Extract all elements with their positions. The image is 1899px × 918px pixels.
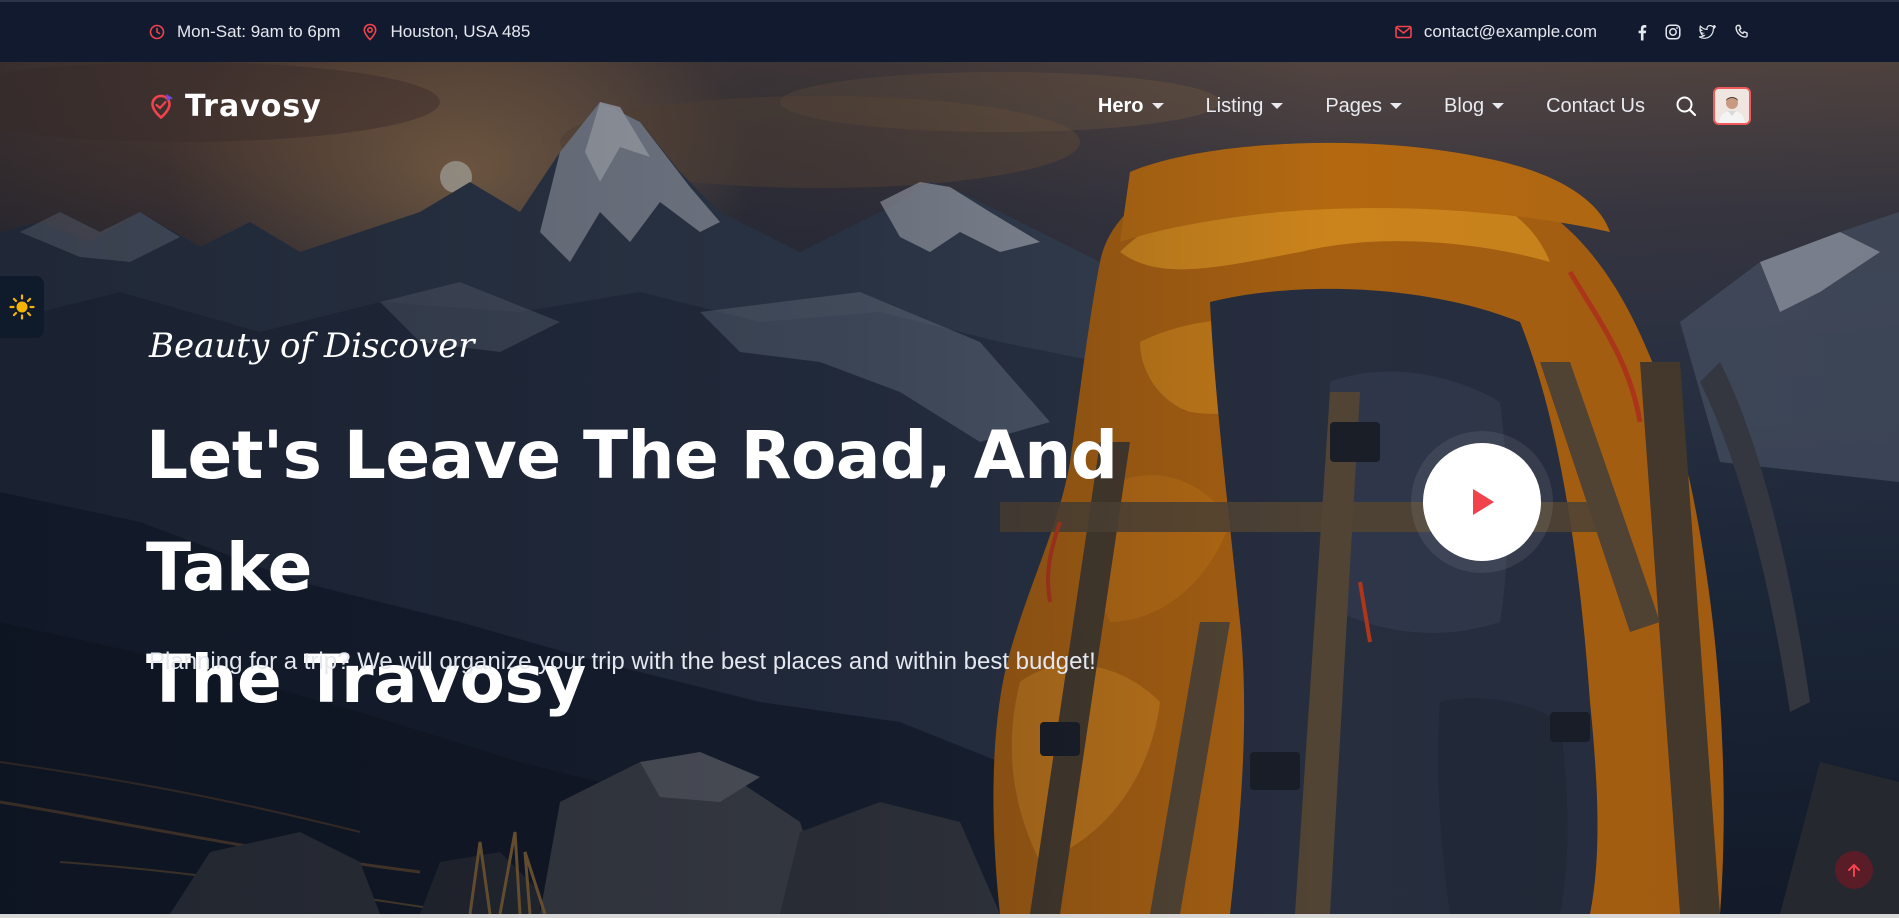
nav-item-blog[interactable]: Blog [1444, 94, 1505, 118]
top-info-bar: Mon-Sat: 9am to 6pm Houston, USA 485 con… [0, 0, 1899, 62]
nav-item-label: Hero [1097, 94, 1144, 117]
nav-item-label: Listing [1205, 94, 1264, 117]
map-pin-icon [363, 23, 377, 41]
mail-icon [1395, 25, 1412, 39]
hours-text: Mon-Sat: 9am to 6pm [177, 22, 341, 41]
caret-down-icon [1271, 103, 1284, 109]
caret-down-icon [1151, 103, 1164, 109]
user-avatar[interactable] [1713, 87, 1751, 125]
theme-toggle-button[interactable] [0, 276, 44, 338]
social-links [1619, 24, 1750, 41]
twitter-icon[interactable] [1699, 25, 1716, 39]
hero-title: Let's Leave The Road, And Take The Travo… [146, 400, 1266, 736]
arrow-up-icon [1848, 864, 1860, 877]
sun-icon [9, 294, 35, 320]
topbar-left: Mon-Sat: 9am to 6pm Houston, USA 485 [149, 22, 552, 42]
location-text: Houston, USA 485 [390, 22, 531, 41]
caret-down-icon [1390, 103, 1403, 109]
primary-nav: Hero Listing Pages Blog Contact Us [1056, 87, 1751, 125]
hero-subtitle: Planning for a trip? We will organize yo… [149, 648, 1096, 675]
search-icon[interactable] [1675, 95, 1697, 117]
scroll-to-top-button[interactable] [1835, 851, 1873, 889]
play-video-button[interactable] [1423, 443, 1541, 561]
caret-down-icon [1492, 103, 1505, 109]
brand-logo[interactable]: Travosy [149, 89, 322, 124]
nav-item-label: Contact Us [1546, 94, 1645, 117]
logo-icon [151, 94, 173, 120]
nav-item-label: Pages [1325, 94, 1383, 117]
instagram-icon[interactable] [1665, 24, 1681, 40]
nav-item-pages[interactable]: Pages [1325, 94, 1403, 118]
play-icon [1473, 489, 1494, 515]
nav-item-listing[interactable]: Listing [1206, 95, 1284, 118]
hours-info: Mon-Sat: 9am to 6pm [149, 22, 340, 42]
nav-item-label: Blog [1444, 94, 1485, 117]
hero-tagline: Beauty of Discover [149, 326, 475, 366]
brand-name: Travosy [185, 88, 322, 124]
hero-title-line-1: Let's Leave The Road, And Take [146, 417, 1118, 606]
phone-icon[interactable] [1734, 24, 1750, 40]
topbar-right: contact@example.com [1395, 22, 1750, 42]
page-bottom-edge [0, 914, 1899, 918]
email-info[interactable]: contact@example.com [1395, 22, 1597, 42]
facebook-icon[interactable] [1637, 24, 1647, 41]
main-navbar: Travosy Hero Listing Pages Blog Contact … [149, 84, 1751, 128]
hero-title-line-2: The Travosy [146, 641, 586, 718]
email-link[interactable]: contact@example.com [1424, 22, 1597, 42]
clock-icon [149, 24, 165, 40]
nav-item-contact-us[interactable]: Contact Us [1546, 95, 1645, 118]
nav-item-hero[interactable]: Hero [1098, 95, 1164, 118]
location-info: Houston, USA 485 [362, 22, 530, 42]
